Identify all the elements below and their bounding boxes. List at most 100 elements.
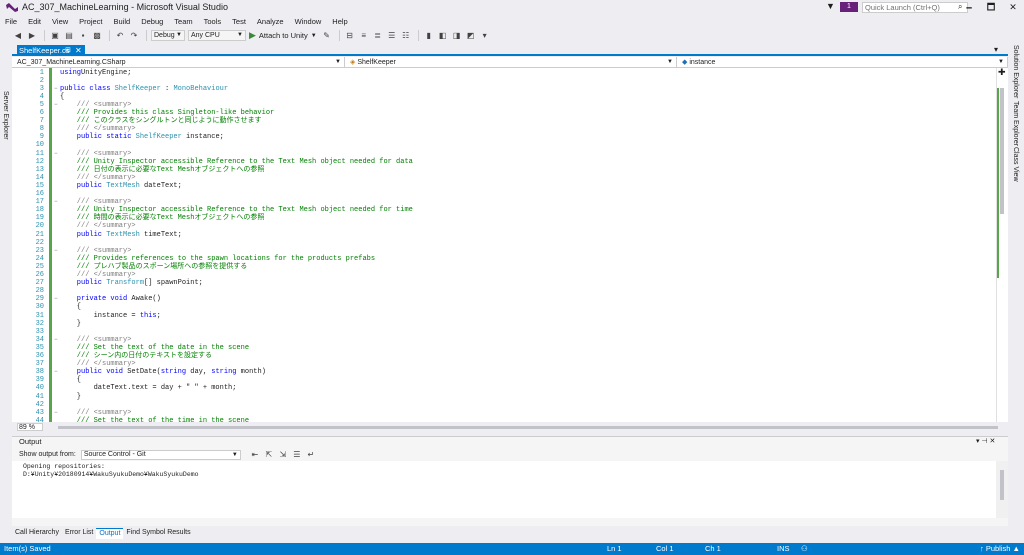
team-explorer-tab[interactable]: Team Explorer [1012, 101, 1019, 146]
code-line[interactable]: private void Awake() [60, 295, 161, 303]
bottom-tab-find-symbol-results[interactable]: Find Symbol Results [123, 528, 193, 539]
menu-debug[interactable]: Debug [136, 15, 169, 28]
status-column[interactable]: Col 1 [656, 544, 674, 553]
code-line[interactable]: /// <summary> [60, 150, 132, 158]
next-bookmark-icon[interactable]: ◨ [451, 30, 463, 41]
save-all-icon[interactable]: ▩ [91, 30, 103, 41]
code-line[interactable]: /// 時間の表示に必要なText Meshオブジェクトへの参照 [60, 214, 265, 222]
status-insert-mode[interactable]: INS [777, 544, 790, 553]
document-tab-shelfkeeper[interactable]: ShelfKeeper.cs ⊞ ✕ [17, 45, 85, 56]
code-line[interactable]: dateText.text = day + " " + month; [60, 384, 237, 392]
find-icon[interactable]: ⊟ [344, 30, 356, 41]
attach-to-unity-button[interactable]: ▶ Attach to Unity ▼ [249, 30, 317, 41]
new-project-icon[interactable]: ▣ [49, 30, 61, 41]
menu-view[interactable]: View [47, 15, 74, 28]
code-line[interactable]: instance = this; [60, 312, 161, 320]
save-icon[interactable]: ▪ [77, 30, 89, 41]
code-line[interactable]: /// <summary> [60, 409, 132, 417]
menu-window[interactable]: Window [290, 15, 328, 28]
platform-dropdown[interactable]: Any CPU ▼ [188, 30, 246, 41]
code-line[interactable]: /// </summary> [60, 271, 136, 279]
forward-icon[interactable]: ▶ [26, 30, 38, 41]
bookmark-icon[interactable]: ▮ [423, 30, 435, 41]
code-line[interactable]: /// <summary> [60, 101, 132, 109]
code-line[interactable]: /// このクラスをシングルトンと同じように動作させます [60, 117, 262, 125]
code-line[interactable]: { [60, 376, 81, 384]
auto-hide-pin-icon[interactable]: ⊣ [981, 438, 989, 445]
close-button[interactable]: ✕ [1002, 0, 1024, 14]
code-line[interactable]: /// プレハブ製品のスポーン場所への参照を提供する [60, 263, 247, 271]
back-icon[interactable]: ◀ [12, 30, 24, 41]
align-left-icon[interactable]: ≡ [358, 30, 370, 41]
status-char[interactable]: Ch 1 [705, 544, 721, 553]
status-line[interactable]: Ln 1 [607, 544, 622, 553]
menu-test[interactable]: Test [227, 15, 252, 28]
code-line[interactable]: public TextMesh timeText; [60, 231, 182, 239]
zoom-level[interactable]: 89 % [17, 423, 43, 431]
feedback-flag-icon[interactable]: ▼ [826, 1, 835, 11]
code-line[interactable]: /// <summary> [60, 247, 132, 255]
member-dropdown[interactable]: ◆ instance ▼ [677, 57, 1008, 68]
class-view-tab[interactable]: Class View [1012, 147, 1019, 182]
maximize-button[interactable]: 🗖 [980, 0, 1002, 14]
fold-toggle-icon[interactable]: − [54, 368, 58, 375]
fold-toggle-icon[interactable]: − [54, 150, 58, 157]
open-file-icon[interactable]: ▤ [63, 30, 75, 41]
code-editor[interactable]: 1 2 3 4 5 6 7 8 9 10 11 12 13 14 15 16 17 18 19 20 21 22 23 24 2… [12, 68, 996, 422]
output-source-dropdown[interactable]: Source Control - Git ▼ [80, 449, 241, 460]
fold-toggle-icon[interactable]: − [54, 295, 58, 302]
output-text[interactable]: Opening repositories: D:¥Unity¥20180914¥… [12, 461, 996, 518]
publish-button[interactable]: ↑ Publish ▲ [980, 544, 1020, 553]
close-tab-icon[interactable]: ✕ [75, 45, 82, 56]
fold-toggle-icon[interactable]: − [54, 85, 58, 92]
close-panel-icon[interactable]: ✕ [990, 438, 996, 445]
redo-icon[interactable]: ↷ [128, 30, 140, 41]
toolbar-options-icon[interactable]: ▾ [479, 30, 491, 41]
clear-bookmarks-icon[interactable]: ◩ [465, 30, 477, 41]
next-message-icon[interactable]: ⇲ [277, 449, 289, 460]
bottom-tab-call-hierarchy[interactable]: Call Hierarchy [12, 528, 62, 539]
menu-tools[interactable]: Tools [199, 15, 228, 28]
split-editor-icon[interactable]: ✚ [998, 68, 1006, 77]
code-line[interactable]: /// </summary> [60, 360, 136, 368]
code-line[interactable]: { [60, 93, 64, 101]
fold-toggle-icon[interactable]: − [54, 198, 58, 205]
editor-scroll-thumb[interactable] [1000, 88, 1004, 214]
output-scroll-thumb[interactable] [1000, 470, 1004, 500]
code-line[interactable]: } [60, 393, 81, 401]
align-right-icon[interactable]: ≣ [372, 30, 384, 41]
fold-toggle-icon[interactable]: − [54, 409, 58, 416]
menu-build[interactable]: Build [109, 15, 137, 28]
code-line[interactable]: public static ShelfKeeper instance; [60, 133, 224, 141]
bottom-tab-output[interactable]: Output [96, 528, 124, 539]
notification-bell-icon[interactable]: ⚇ [801, 544, 808, 553]
code-line[interactable]: /// <summary> [60, 336, 132, 344]
code-line[interactable]: /// </summary> [60, 222, 136, 230]
code-line[interactable]: } [60, 320, 81, 328]
code-line[interactable]: public void SetDate(string day, string m… [60, 368, 266, 376]
fold-toggle-icon[interactable]: − [54, 247, 58, 254]
undo-icon[interactable]: ↶ [114, 30, 126, 41]
go-to-message-icon[interactable]: ⇤ [249, 449, 261, 460]
code-line[interactable]: { [60, 303, 81, 311]
code-line[interactable]: /// Provides references to the spawn loc… [60, 255, 375, 263]
code-line[interactable]: /// 日付の表示に必要なText Meshオブジェクトへの参照 [60, 166, 265, 174]
horizontal-scroll-thumb[interactable] [58, 426, 998, 429]
menu-team[interactable]: Team [169, 15, 198, 28]
server-explorer-tab[interactable]: Server Explorer [2, 91, 9, 140]
menu-help[interactable]: Help [327, 15, 353, 28]
comment-icon[interactable]: ☰ [386, 30, 398, 41]
fold-toggle-icon[interactable]: − [54, 101, 58, 108]
code-line[interactable]: /// </summary> [60, 174, 136, 182]
tools-icon[interactable]: ✎ [321, 30, 333, 41]
code-line[interactable]: /// <summary> [60, 198, 132, 206]
solution-explorer-tab[interactable]: Solution Explorer [1012, 45, 1019, 98]
menu-project[interactable]: Project [74, 15, 108, 28]
pin-icon[interactable]: ⊞ [65, 45, 71, 56]
code-line[interactable]: /// Set the text of the date in the scen… [60, 344, 249, 352]
tab-list-dropdown-icon[interactable]: ▾ [994, 45, 998, 54]
uncomment-icon[interactable]: ☷ [400, 30, 412, 41]
previous-message-icon[interactable]: ⇱ [263, 449, 275, 460]
code-line[interactable]: /// </summary> [60, 125, 136, 133]
word-wrap-icon[interactable]: ↵ [305, 449, 317, 460]
